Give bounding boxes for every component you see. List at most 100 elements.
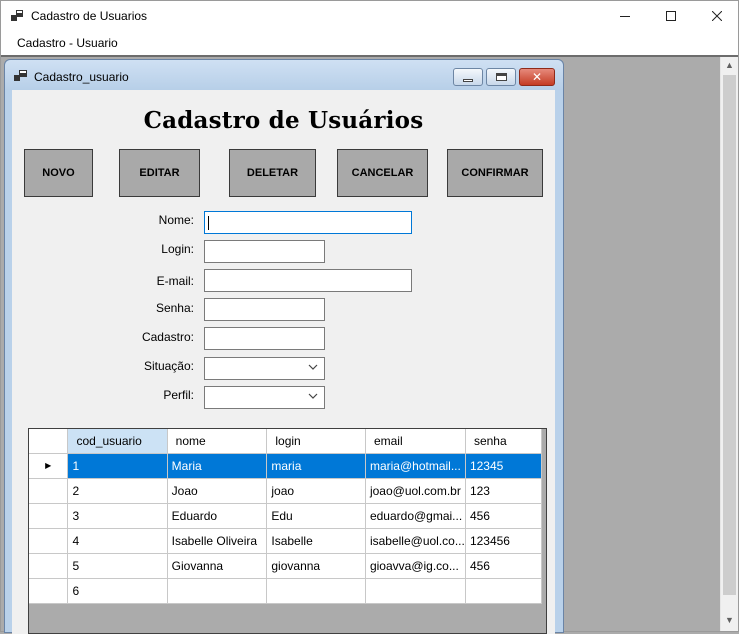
email-label: E-mail:: [156, 274, 194, 288]
maximize-button[interactable]: [648, 1, 694, 31]
row-header[interactable]: [29, 503, 69, 529]
chevron-down-icon: [308, 393, 318, 399]
menu-bar: Cadastro - Usuario: [1, 31, 738, 55]
perfil-select[interactable]: [204, 386, 325, 409]
table-cell-cod-usuario[interactable]: 4: [67, 528, 168, 554]
situacao-label: Situação:: [143, 359, 194, 373]
situacao-select[interactable]: [204, 357, 325, 380]
table-cell-cod-usuario[interactable]: 1: [67, 453, 168, 479]
confirmar-button[interactable]: CONFIRMAR: [447, 149, 543, 197]
scrollbar-thumb[interactable]: [723, 75, 736, 595]
table-cell-nome[interactable]: Giovanna: [167, 553, 268, 579]
table-cell-nome[interactable]: [167, 578, 268, 604]
child-title-bar: Cadastro_usuario ✕: [5, 60, 563, 90]
maximize-icon: [495, 73, 507, 81]
grid-header-row: cod_usuario nome login email senha: [29, 429, 546, 454]
grid-empty-space: [541, 578, 546, 603]
app-icon: [11, 10, 23, 21]
table-cell-email[interactable]: maria@hotmail...: [365, 453, 466, 479]
table-row[interactable]: 3 Eduardo Edu eduardo@gmai... 456: [29, 503, 546, 529]
table-cell-email[interactable]: eduardo@gmai...: [365, 503, 466, 529]
scroll-down-icon[interactable]: ▼: [725, 615, 734, 625]
column-header-login[interactable]: login: [266, 429, 366, 454]
editar-button[interactable]: EDITAR: [119, 149, 200, 197]
minimize-button[interactable]: [602, 1, 648, 31]
row-header-corner: [29, 429, 69, 454]
window-title: Cadastro de Usuarios: [31, 9, 148, 23]
table-row[interactable]: ▶ 1 Maria maria maria@hotmail... 12345: [29, 453, 546, 479]
close-icon: ✕: [531, 70, 543, 84]
menu-item-cadastro-usuario[interactable]: Cadastro - Usuario: [17, 36, 118, 50]
column-header-nome[interactable]: nome: [167, 429, 268, 454]
grid-empty-space: [541, 553, 546, 578]
form-icon: [14, 70, 27, 81]
deletar-button[interactable]: DELETAR: [229, 149, 316, 197]
child-window: Cadastro_usuario ✕ Cadastro de Usuários …: [4, 59, 564, 634]
column-header-cod-usuario[interactable]: cod_usuario: [67, 429, 168, 454]
cadastro-field[interactable]: [204, 327, 325, 350]
row-header[interactable]: [29, 578, 69, 604]
grid-empty-space: [541, 453, 546, 478]
table-row[interactable]: 5 Giovanna giovanna gioavva@ig.co... 456: [29, 553, 546, 579]
child-window-title: Cadastro_usuario: [34, 70, 129, 84]
table-cell-cod-usuario[interactable]: 5: [67, 553, 168, 579]
table-cell-login[interactable]: Isabelle: [266, 528, 366, 554]
login-field[interactable]: [204, 240, 325, 263]
table-cell-email[interactable]: [365, 578, 466, 604]
title-bar: Cadastro de Usuarios: [1, 1, 738, 31]
grid-empty-space: [541, 503, 546, 528]
table-cell-email[interactable]: joao@uol.com.br: [365, 478, 466, 504]
minimize-icon: [463, 78, 473, 82]
table-cell-login[interactable]: maria: [266, 453, 366, 479]
table-cell-login[interactable]: [266, 578, 366, 604]
child-maximize-button[interactable]: [486, 68, 516, 86]
vertical-scrollbar[interactable]: ▲ ▼: [720, 57, 738, 631]
table-cell-senha[interactable]: 123456: [465, 528, 543, 554]
column-header-email[interactable]: email: [365, 429, 466, 454]
row-header[interactable]: [29, 528, 69, 554]
row-header[interactable]: [29, 553, 69, 579]
nome-field[interactable]: [204, 211, 412, 234]
minimize-icon: [620, 16, 630, 17]
table-cell-nome[interactable]: Eduardo: [167, 503, 268, 529]
maximize-icon: [666, 11, 676, 21]
email-field[interactable]: [204, 269, 412, 292]
table-cell-senha[interactable]: 456: [465, 553, 543, 579]
table-row[interactable]: 4 Isabelle Oliveira Isabelle isabelle@uol.c…: [29, 528, 546, 554]
table-cell-nome[interactable]: Isabelle Oliveira: [167, 528, 268, 554]
login-label: Login:: [161, 242, 194, 256]
senha-field[interactable]: [204, 298, 325, 321]
table-cell-cod-usuario[interactable]: 6: [67, 578, 168, 604]
table-row[interactable]: 2 Joao joao joao@uol.com.br 123: [29, 478, 546, 504]
table-cell-nome[interactable]: Joao: [167, 478, 268, 504]
table-cell-senha[interactable]: [465, 578, 543, 604]
table-cell-login[interactable]: giovanna: [266, 553, 366, 579]
child-minimize-button[interactable]: [453, 68, 483, 86]
table-cell-login[interactable]: joao: [266, 478, 366, 504]
cancelar-button[interactable]: CANCELAR: [337, 149, 428, 197]
table-cell-email[interactable]: gioavva@ig.co...: [365, 553, 466, 579]
table-cell-senha[interactable]: 12345: [465, 453, 543, 479]
table-cell-login[interactable]: Edu: [266, 503, 366, 529]
table-cell-cod-usuario[interactable]: 3: [67, 503, 168, 529]
novo-button[interactable]: NOVO: [24, 149, 93, 197]
row-header[interactable]: ▶: [29, 453, 69, 479]
table-row[interactable]: 6: [29, 578, 546, 604]
cadastro-label: Cadastro:: [141, 330, 194, 344]
child-close-button[interactable]: ✕: [519, 68, 555, 86]
table-cell-email[interactable]: isabelle@uol.co...: [365, 528, 466, 554]
scroll-up-icon[interactable]: ▲: [725, 60, 734, 70]
close-button[interactable]: [694, 1, 739, 31]
current-row-icon: ▶: [45, 461, 52, 470]
table-cell-senha[interactable]: 456: [465, 503, 543, 529]
users-data-grid[interactable]: cod_usuario nome login email senha ▶ 1 Mar…: [28, 428, 547, 634]
grid-empty-space: [541, 478, 546, 503]
form-client-area: Cadastro de Usuários NOVO EDITAR DELETAR…: [12, 90, 555, 634]
table-cell-cod-usuario[interactable]: 2: [67, 478, 168, 504]
main-window: Cadastro de Usuarios Cadastro - Usuario …: [0, 0, 739, 634]
table-cell-nome[interactable]: Maria: [167, 453, 268, 479]
table-cell-senha[interactable]: 123: [465, 478, 543, 504]
text-caret: [208, 216, 209, 230]
row-header[interactable]: [29, 478, 69, 504]
column-header-senha[interactable]: senha: [465, 429, 543, 454]
